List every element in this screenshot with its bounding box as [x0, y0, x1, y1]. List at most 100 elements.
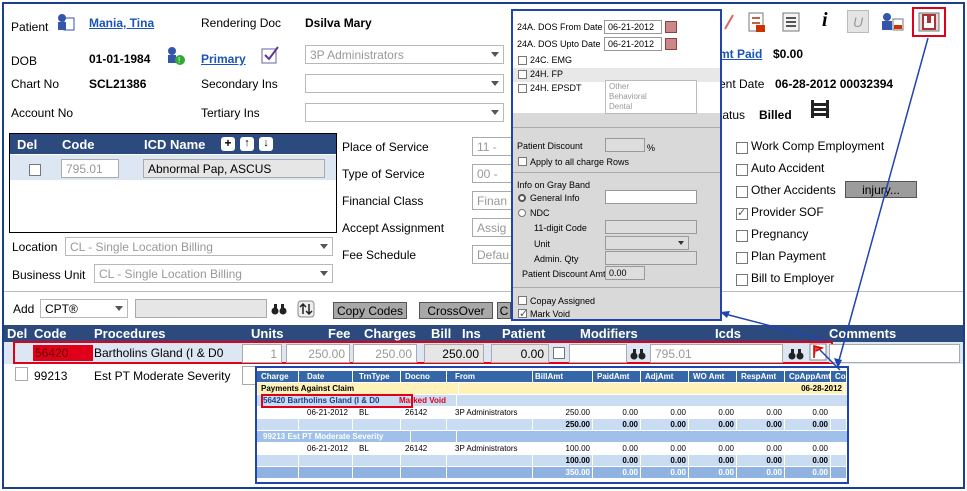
payments-panel: Charge Date TrnType Docno From BillAmt PaidAmt… [255, 366, 849, 484]
injury-button[interactable]: injury... [845, 181, 917, 198]
procedure-charges[interactable]: 250.00 [353, 344, 417, 363]
dob-label: DOB [11, 54, 38, 68]
general-info-input[interactable] [605, 190, 697, 204]
payments-cell [259, 455, 299, 466]
fee-schedule-select[interactable]: Defau [472, 245, 512, 264]
admin-qty-input[interactable] [605, 251, 697, 265]
payments-cell [403, 467, 447, 478]
modifier-input[interactable] [569, 344, 627, 363]
ndc-radio[interactable] [518, 209, 526, 217]
procedure-icd[interactable]: 795.01 [650, 344, 783, 363]
payments-col-header: BillAmt [533, 371, 593, 382]
copy-codes-button[interactable]: Copy Codes [333, 302, 407, 319]
emg-checkbox[interactable] [518, 56, 527, 65]
calendar-icon[interactable] [665, 21, 677, 33]
add-code-input[interactable] [135, 299, 267, 318]
location-select[interactable]: CL - Single Location Billing [65, 237, 333, 256]
payments-col-header: RespAmt [739, 371, 785, 382]
procedure-bill[interactable]: 250.00 [424, 344, 484, 363]
swap-icon[interactable] [297, 300, 315, 318]
payments-cell [357, 455, 401, 466]
pos-label: Place of Service [342, 140, 429, 154]
flag-checkbox[interactable] [736, 230, 748, 242]
epsdt-option[interactable]: Other [609, 82, 693, 92]
proc-header-patient: Patient [502, 326, 546, 341]
procedure-row2-code[interactable]: 99213 [34, 369, 67, 383]
void-claim-icon[interactable] [917, 11, 941, 33]
business-unit-select[interactable]: CL - Single Location Billing [94, 264, 333, 283]
primary-ins-link[interactable]: Primary [201, 52, 246, 66]
general-info-label: General Info [530, 193, 580, 203]
dos-upto-input[interactable]: 06-21-2012 [604, 37, 662, 51]
amount-paid-link[interactable]: mt Paid [719, 47, 762, 61]
patient-discount-input[interactable] [605, 138, 645, 152]
payments-cell: 0.00 [787, 455, 831, 466]
pos-select[interactable]: 11 - O [472, 137, 512, 156]
tertiary-ins-select[interactable] [305, 103, 504, 122]
move-down-icon[interactable]: ↓ [259, 137, 273, 151]
tertiary-ins-label: Tertiary Ins [201, 106, 260, 120]
modifier-search-icon[interactable] [630, 347, 646, 361]
icd-row-code[interactable]: 795.01 [61, 159, 119, 178]
procedure-comment[interactable] [829, 344, 960, 363]
epsdt-checkbox[interactable] [518, 84, 527, 93]
epsdt-option[interactable]: Dental [609, 102, 693, 112]
icd-row-name[interactable]: Abnormal Pap, ASCUS [143, 159, 325, 178]
fp-checkbox[interactable] [518, 70, 527, 79]
payments-total-row: 100.00 0.00 0.00 0.00 0.00 0.00 [257, 455, 847, 466]
epsdt-list[interactable]: Other Behavioral Dental [605, 80, 697, 114]
procedure-row2-checkbox[interactable] [15, 367, 28, 381]
financial-class-select[interactable]: Finan [472, 191, 512, 210]
patient-discount-amt[interactable]: 0.00 [605, 266, 645, 280]
flag-checkbox[interactable] [736, 186, 748, 198]
flag-checkbox[interactable] [736, 252, 748, 264]
patient-card-icon[interactable] [56, 12, 76, 32]
icd-row-delete-checkbox[interactable] [29, 164, 41, 176]
insurance-check-icon[interactable] [260, 45, 282, 65]
flag-label: Auto Accident [751, 161, 825, 175]
primary-ins-select[interactable]: 3P Administrators [305, 45, 504, 64]
document-icon[interactable] [780, 11, 802, 33]
binoculars-icon[interactable] [271, 302, 287, 316]
procedure-units[interactable]: 1 [242, 344, 282, 363]
payments-cell [403, 455, 447, 466]
procedure-code[interactable]: 56420 [33, 345, 93, 361]
report-icon[interactable] [746, 11, 768, 33]
flag-checkbox[interactable] [736, 164, 748, 176]
procedure-patient[interactable]: 0.00 [491, 344, 549, 363]
flag-checkbox[interactable] [736, 142, 748, 154]
crossover-button[interactable]: CrossOver [419, 302, 493, 319]
eligibility-icon[interactable]: ! [165, 45, 187, 67]
flag-checkbox[interactable] [736, 206, 748, 220]
unit-select[interactable] [605, 236, 689, 250]
user-card-icon[interactable] [880, 11, 904, 33]
list-icon[interactable] [809, 98, 831, 120]
copay-checkbox[interactable] [518, 296, 527, 305]
secondary-ins-select[interactable] [305, 74, 504, 93]
flag-checkbox[interactable] [736, 274, 748, 286]
mark-void-checkbox[interactable] [518, 307, 528, 320]
icd-search-icon[interactable] [788, 347, 804, 361]
accept-assignment-select[interactable]: Assig [472, 218, 512, 237]
tos-select[interactable]: 00 - O [472, 164, 512, 183]
info-icon[interactable]: i [822, 9, 828, 32]
procedure-ins-checkbox[interactable] [553, 347, 565, 359]
apply-all-checkbox[interactable] [518, 157, 527, 166]
move-up-icon[interactable]: ↑ [240, 137, 254, 151]
dos-from-input[interactable]: 06-21-2012 [604, 20, 662, 34]
underline-icon[interactable]: U [847, 10, 869, 33]
ndc-code-input[interactable] [605, 220, 697, 234]
patient-name-link[interactable]: Mania, Tina [89, 16, 154, 30]
general-info-radio[interactable] [518, 194, 526, 202]
calendar-icon[interactable] [665, 38, 677, 50]
divider [513, 127, 720, 128]
procedure-fee[interactable]: 250.00 [286, 344, 350, 363]
payments-cell: 0.00 [643, 455, 689, 466]
epsdt-option[interactable]: Behavioral [609, 92, 693, 102]
payments-cell: 0.00 [739, 407, 785, 418]
flag-icon[interactable] [809, 343, 827, 361]
c-button[interactable]: C [497, 302, 511, 319]
edit-icon[interactable] [722, 11, 736, 33]
code-type-select[interactable]: CPT® [40, 299, 128, 318]
add-icd-icon[interactable]: + [221, 137, 235, 151]
